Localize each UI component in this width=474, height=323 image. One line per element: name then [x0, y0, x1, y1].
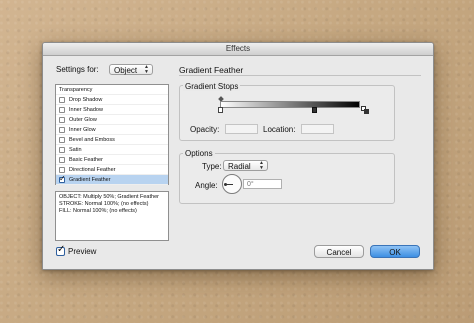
select-arrows-icon: ▲ ▼ [144, 63, 149, 75]
type-select[interactable]: Radial ▲ ▼ [223, 160, 268, 171]
settings-for-value: Object [114, 66, 138, 75]
effects-list-item[interactable]: Drop Shadow [56, 95, 168, 105]
panel-title: Gradient Feather [179, 65, 244, 75]
effects-list-header[interactable]: Transparency [56, 85, 168, 95]
effects-summary: OBJECT: Multiply 50%; Gradient Feather ST… [55, 191, 169, 241]
effect-label: Drop Shadow [69, 97, 103, 103]
preview-checkbox[interactable]: ✓ [56, 244, 66, 256]
options-label: Options [183, 149, 215, 158]
effects-list[interactable]: Transparency Drop Shadow Inner Shadow Outer… [55, 84, 169, 185]
ok-button[interactable]: OK [370, 245, 420, 258]
effect-label: Gradient Feather [69, 177, 111, 183]
settings-for-select[interactable]: Object ▲ ▼ [109, 64, 153, 75]
effects-list-item[interactable]: Outer Glow [56, 115, 168, 125]
effect-label: Bevel and Emboss [69, 137, 115, 143]
options-group [179, 153, 395, 204]
effect-label: Inner Glow [69, 127, 96, 133]
angle-field[interactable]: 0° [243, 179, 282, 189]
effects-list-item[interactable]: Inner Shadow [56, 105, 168, 115]
checkmark-icon: ✓ [57, 244, 66, 255]
type-value: Radial [228, 162, 251, 171]
summary-line: FILL: Normal 100%; (no effects) [59, 208, 137, 214]
summary-line: STROKE: Normal 100%; (no effects) [59, 201, 149, 207]
location-field[interactable] [301, 124, 334, 134]
effect-checkbox[interactable] [59, 107, 65, 113]
effect-label: Inner Shadow [69, 107, 103, 113]
effect-label: Transparency [59, 87, 93, 93]
effect-checkbox[interactable] [59, 127, 65, 133]
effects-list-item[interactable]: Bevel and Emboss [56, 135, 168, 145]
effects-list-item[interactable]: Basic Feather [56, 155, 168, 165]
angle-dial-dot [224, 183, 227, 186]
effect-label: Satin [69, 147, 82, 153]
summary-line: OBJECT: Multiply 50%; Gradient Feather [59, 194, 159, 200]
effect-checkbox[interactable] [59, 157, 65, 163]
angle-dial[interactable] [222, 174, 242, 194]
reverse-gradient-icon[interactable] [361, 101, 369, 114]
gradient-stops-label: Gradient Stops [183, 82, 241, 91]
type-label: Type: [202, 162, 222, 171]
effect-label: Outer Glow [69, 117, 97, 123]
effect-label: Basic Feather [69, 157, 103, 163]
effect-checkbox[interactable] [59, 117, 65, 123]
effect-label: Directional Feather [69, 167, 116, 173]
angle-label: Angle: [195, 181, 218, 190]
angle-value: 0° [247, 181, 254, 188]
gradient-stop-end[interactable] [312, 107, 317, 113]
cancel-button[interactable]: Cancel [314, 245, 364, 258]
effect-checkbox[interactable] [59, 167, 65, 173]
preview-label: Preview [68, 247, 97, 256]
select-arrows-icon: ▲ ▼ [259, 159, 264, 171]
effect-checkbox[interactable] [59, 137, 65, 143]
opacity-label: Opacity: [190, 125, 220, 134]
effects-dialog: Effects Settings for: Object ▲ ▼ Transpar… [42, 42, 434, 270]
opacity-field[interactable] [225, 124, 258, 134]
gradient-stop-start[interactable] [218, 107, 223, 113]
effects-list-item[interactable]: Inner Glow [56, 125, 168, 135]
panel-divider [179, 75, 421, 76]
effect-checkbox[interactable] [59, 174, 66, 184]
effect-checkbox[interactable] [59, 147, 65, 153]
effect-checkbox[interactable] [59, 97, 65, 103]
settings-for-label: Settings for: [56, 65, 99, 74]
effects-list-item[interactable]: Satin [56, 145, 168, 155]
effects-list-item[interactable]: Gradient Feather [56, 174, 168, 185]
dialog-title: Effects [43, 43, 433, 56]
location-label: Location: [263, 125, 296, 134]
gradient-ramp[interactable] [220, 101, 360, 108]
effects-list-item[interactable]: Directional Feather [56, 165, 168, 175]
